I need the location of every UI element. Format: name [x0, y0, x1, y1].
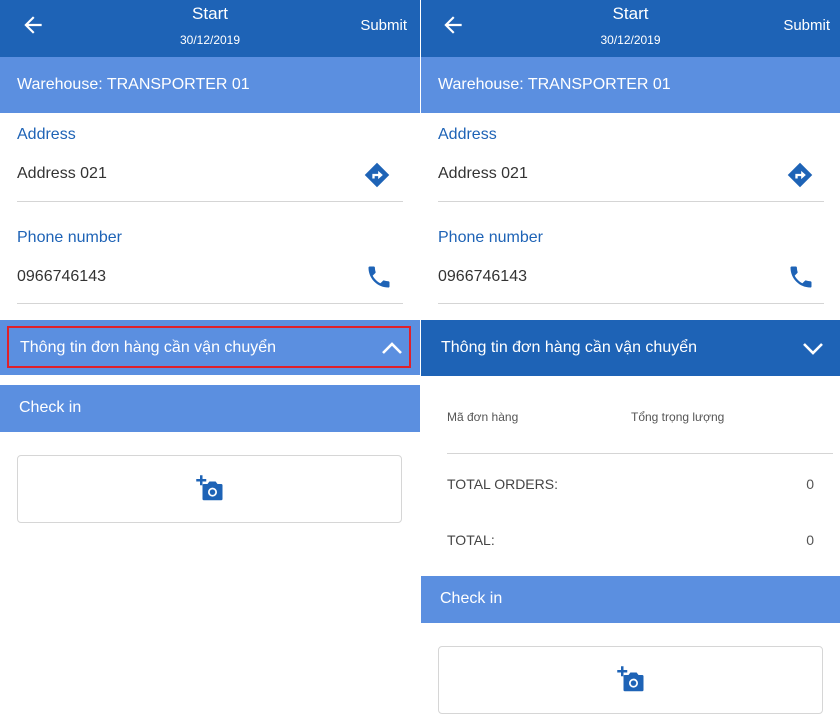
page-date: 30/12/2019 — [600, 33, 661, 47]
page-title: Start — [612, 4, 649, 23]
warehouse-bar: Warehouse: TRANSPORTER 01 — [0, 57, 420, 113]
phone-icon[interactable] — [787, 263, 815, 291]
phone-divider — [438, 303, 824, 304]
checkin-bar[interactable]: Check in — [421, 576, 840, 623]
phone-icon[interactable] — [365, 263, 393, 291]
add-photo-icon[interactable] — [616, 665, 646, 695]
photo-upload-box[interactable] — [438, 646, 823, 714]
address-divider — [17, 201, 403, 202]
order-section-title: Thông tin đơn hàng cần vận chuyển — [441, 339, 698, 356]
table-divider — [447, 453, 833, 454]
submit-button[interactable]: Submit — [360, 17, 407, 34]
chevron-up-icon[interactable] — [381, 341, 403, 355]
order-section-header[interactable]: Thông tin đơn hàng cần vận chuyển — [421, 320, 840, 376]
top-app-bar: Start 30/12/2019 Submit — [421, 0, 840, 57]
warehouse-label: Warehouse: TRANSPORTER 01 — [438, 76, 671, 93]
top-app-bar: Start 30/12/2019 Submit — [0, 0, 420, 57]
total-label: TOTAL: — [447, 532, 495, 548]
total-value: 0 — [806, 532, 814, 548]
address-value: Address 021 — [438, 165, 528, 182]
warehouse-label: Warehouse: TRANSPORTER 01 — [17, 76, 250, 93]
checkin-label: Check in — [440, 590, 503, 607]
page-title: Start — [192, 4, 228, 23]
submit-button[interactable]: Submit — [783, 17, 830, 34]
total-orders-label: TOTAL ORDERS: — [447, 476, 558, 492]
order-section-title: Thông tin đơn hàng cần vận chuyển — [20, 339, 277, 356]
address-value: Address 021 — [17, 165, 107, 182]
column-order-code: Mã đơn hàng — [447, 410, 519, 424]
address-label: Address — [17, 126, 76, 143]
phone-divider — [17, 303, 403, 304]
order-section-header[interactable]: Thông tin đơn hàng cần vận chuyển — [0, 320, 420, 375]
page-date: 30/12/2019 — [179, 33, 241, 47]
warehouse-bar: Warehouse: TRANSPORTER 01 — [421, 57, 840, 113]
address-label: Address — [438, 126, 497, 143]
checkin-label: Check in — [19, 399, 82, 416]
directions-icon[interactable] — [363, 161, 391, 189]
chevron-down-icon[interactable] — [802, 342, 824, 356]
address-divider — [438, 201, 824, 202]
photo-upload-box[interactable] — [17, 455, 402, 523]
phone-value: 0966746143 — [438, 268, 527, 285]
phone-value: 0966746143 — [17, 268, 106, 285]
total-orders-value: 0 — [806, 476, 814, 492]
screen-right: Start 30/12/2019 Submit Warehouse: TRANS… — [421, 0, 840, 714]
phone-label: Phone number — [17, 229, 122, 246]
add-photo-icon[interactable] — [195, 474, 225, 504]
screen-left: Start 30/12/2019 Submit Warehouse: TRANS… — [0, 0, 420, 714]
checkin-bar[interactable]: Check in — [0, 385, 420, 432]
directions-icon[interactable] — [786, 161, 814, 189]
phone-label: Phone number — [438, 229, 543, 246]
column-total-weight: Tổng trọng lượng — [631, 410, 725, 424]
